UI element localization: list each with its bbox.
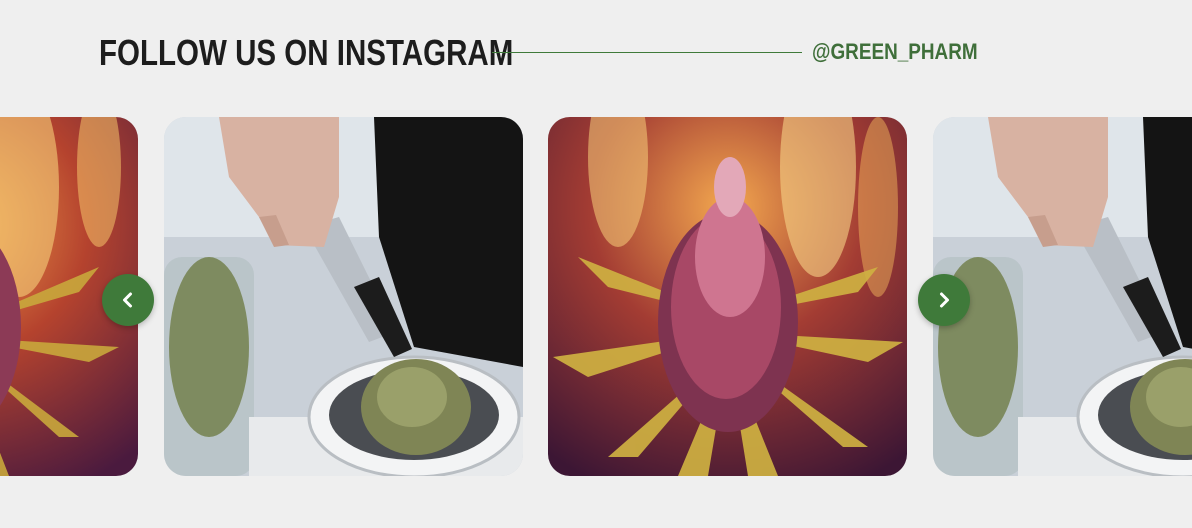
post-image [548,117,907,476]
instagram-post[interactable] [164,117,523,476]
post-image [164,117,523,476]
instagram-header: FOLLOW US ON INSTAGRAM @GREEN_PHARM [99,28,979,76]
post-image [933,117,1192,476]
header-divider [492,52,802,53]
section-title: FOLLOW US ON INSTAGRAM [99,32,514,73]
chevron-right-icon [940,292,949,308]
instagram-handle-link[interactable]: @GREEN_PHARM [812,39,978,65]
instagram-post[interactable] [933,117,1192,476]
chevron-left-icon [123,292,132,308]
instagram-carousel[interactable] [0,117,1192,476]
carousel-prev-button[interactable] [102,274,154,326]
instagram-post[interactable] [548,117,907,476]
carousel-next-button[interactable] [918,274,970,326]
